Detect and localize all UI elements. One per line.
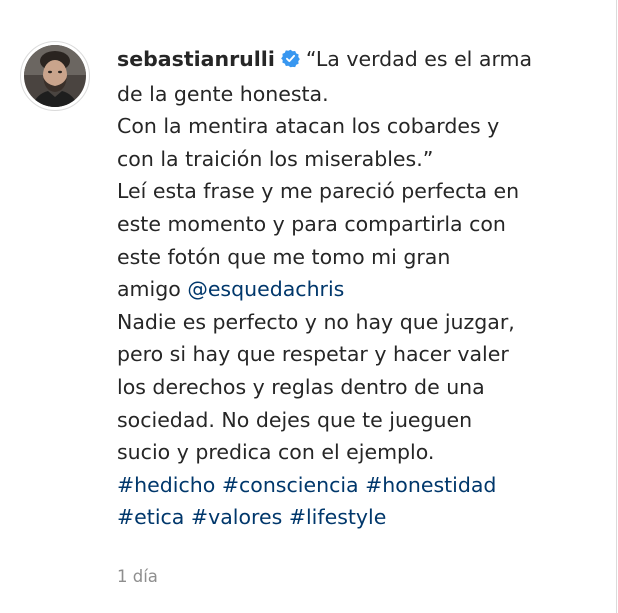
timestamp[interactable]: 1 día xyxy=(117,567,158,586)
hashtag-link[interactable]: #etica xyxy=(117,505,184,529)
username-link[interactable]: sebastianrulli xyxy=(117,47,275,71)
verified-badge-icon xyxy=(281,45,300,78)
caption-line: con la traición los miserables.” xyxy=(117,146,434,171)
caption-line: los derechos y reglas dentro de una xyxy=(117,374,485,399)
caption-text: amigo xyxy=(117,277,188,302)
caption-line: “La verdad es el arma xyxy=(305,47,533,71)
hashtag-link[interactable]: #valores xyxy=(191,505,282,529)
mention-link[interactable]: @esquedachris xyxy=(187,277,344,301)
hashtag-link[interactable]: #consciencia xyxy=(222,473,359,497)
caption-line: sociedad. No dejes que te jueguen xyxy=(117,407,473,432)
hashtag-link[interactable]: #lifestyle xyxy=(289,505,387,529)
caption-line: pero si hay que respetar y hacer valer xyxy=(117,342,509,367)
caption-line: Nadie es perfecto y no hay que juzgar, xyxy=(117,309,515,334)
comment-text: sebastianrulli “La verdad es el arma de l… xyxy=(117,43,601,534)
avatar[interactable] xyxy=(20,41,90,111)
caption-line: Con la mentira atacan los cobardes y xyxy=(117,114,500,139)
profile-avatar xyxy=(24,45,86,107)
hashtag-line: #hedicho #consciencia #honestidad xyxy=(117,469,601,502)
hashtag-link[interactable]: #hedicho xyxy=(117,473,215,497)
comment-panel: sebastianrulli “La verdad es el arma de l… xyxy=(0,0,617,613)
caption-line: este momento y para compartirla con xyxy=(117,211,506,236)
caption-first-line: sebastianrulli “La verdad es el arma xyxy=(117,43,601,78)
hashtag-link[interactable]: #honestidad xyxy=(365,473,496,497)
hashtag-line: #etica #valores #lifestyle xyxy=(117,501,601,534)
caption-line: de la gente honesta. xyxy=(117,81,329,106)
caption-line: sucio y predica con el ejemplo. xyxy=(117,440,435,465)
caption-line: Leí esta frase y me pareció perfecta en xyxy=(117,179,520,204)
caption-line: amigo @esquedachris xyxy=(117,273,601,306)
caption-line: este fotón que me tomo mi gran xyxy=(117,244,451,269)
